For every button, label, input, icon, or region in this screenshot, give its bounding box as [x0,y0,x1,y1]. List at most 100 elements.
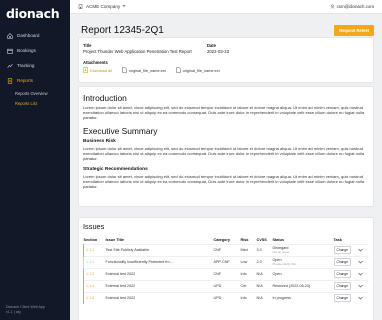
change-button[interactable]: Change [333,270,352,278]
issue-category: APP-CNF [213,255,241,268]
company-selector[interactable]: ACME Company [78,3,126,10]
calendar-icon [6,47,13,54]
issue-task-cell: Change [333,291,369,304]
issue-task-cell: Change [333,255,369,268]
file-icon [122,67,127,74]
col-task[interactable]: Task [334,237,370,244]
issue-status-note: Please clarify this [272,262,296,266]
issue-section: 1.1.2 [83,255,106,268]
user-email: csm@dionach.com [336,4,374,9]
company-name: ACME Company [86,4,121,9]
issue-cvss: 3.0 [256,243,273,256]
col-risk[interactable]: Risk [241,237,257,244]
change-button[interactable]: Change [333,282,352,290]
issue-category: CNF [213,267,241,280]
issue-title[interactable]: External test 2022 [105,267,214,280]
reports-icon [6,77,13,84]
change-button[interactable]: Change [333,246,352,254]
chevron-down-icon[interactable] [358,272,363,277]
building-icon [78,3,83,10]
chevron-down-icon[interactable] [358,284,363,289]
issues-header-row: Section Issue Title Category Risk CVSS S… [84,237,370,244]
introduction-heading: Introduction [83,93,127,103]
col-cvss[interactable]: CVSS [257,237,273,244]
attachments-list: Download all original_file_name.ext orig… [83,67,230,74]
col-category[interactable]: Category [214,237,241,244]
chevron-down-icon[interactable] [358,296,363,301]
footer-line-2: v1.1 | cfg [6,310,21,314]
issue-risk: Low [240,255,257,268]
request-retest-button[interactable]: Request Retest [334,25,374,36]
issue-cvss: N/A [256,291,273,304]
page-title: Report 12345-2Q1 [81,25,164,36]
issue-cvss: N/A [256,267,273,280]
strategic-recommendations-heading: Strategic Recommendations [83,166,148,172]
issue-section: 1.1.5 [83,291,106,304]
table-row[interactable]: 1.1.1 Test Site Publicly Available CNF M… [83,243,369,256]
table-row[interactable]: 1.1.5 External test 2022 UPD Info N/A In… [83,291,369,304]
issue-title[interactable]: External test 2022 [105,279,214,292]
sidebar-subitem-reports-list[interactable]: Reports List [0,98,70,108]
col-status[interactable]: Status [273,237,334,244]
issue-status: Open [272,272,282,276]
issue-title[interactable]: Functionality Insufficiently Protected f… [105,255,214,268]
attachment-name: original_file_name.ext [182,68,220,73]
business-risk-text: Lorem ipsum dolor sit amet, vince adipis… [83,146,365,162]
meta-title-value: Project Thunder Web Application Penetrat… [83,49,192,54]
issue-cvss: N/A [256,279,273,292]
issue-cvss: 2.0 [256,255,273,268]
change-button[interactable]: Change [333,294,352,303]
table-row[interactable]: 1.1.4 External test 2022 UPD Crit N/A Re… [83,279,369,292]
chevron-down-icon[interactable] [358,248,363,253]
issue-category: UPD [213,291,241,304]
col-section[interactable]: Section [84,237,106,244]
attachment-file-2[interactable]: original_file_name.ext [175,67,220,74]
sidebar-item-label: Dashboard [17,33,40,38]
issues-heading: Issues [83,222,105,231]
sidebar-item-dashboard[interactable]: Dashboard [0,28,70,43]
issue-risk: Med [240,243,257,256]
sidebar: dionach Dashboard Bookings Tracking Repo… [0,0,70,320]
issue-task-cell: Change [333,267,369,280]
report-meta-card: Title Project Thunder Web Application Pe… [78,37,374,83]
meta-date-value: 2022-03-23 [207,49,229,54]
table-row[interactable]: 1.1.3 External test 2022 CNF Info N/A Op… [83,267,369,280]
sidebar-item-reports[interactable]: Reports [0,73,70,88]
meta-date-block: Date 2022-03-23 [207,43,229,54]
tracking-icon [6,62,13,69]
download-all-link[interactable]: Download all [83,67,112,74]
sidebar-item-bookings[interactable]: Bookings [0,43,70,58]
issue-title[interactable]: External test 2022 [105,291,214,304]
col-issue-title[interactable]: Issue Title [106,237,214,244]
sidebar-subitem-reports-overview[interactable]: Reports Overview [0,88,70,98]
strategic-recommendations-text: Lorem ipsum dolor sit amet, vince adipis… [83,173,365,189]
issue-status-cell: Disregard Not an issue [272,243,334,256]
issue-risk: Info [240,291,257,304]
issue-status-note: Not an issue [272,250,290,254]
issues-table: Section Issue Title Category Risk CVSS S… [83,237,369,304]
issue-section: 1.1.3 [83,267,106,280]
introduction-text: Lorem ipsum dolor sit amet, vince adipis… [83,105,365,121]
issue-task-cell: Change [333,243,369,256]
attachment-file-1[interactable]: original_file_name.ext [122,67,166,74]
sidebar-nav: Dashboard Bookings Tracking Reports Repo… [0,28,70,108]
attachment-name: Download all [90,68,112,73]
issue-status-cell: In progress [272,291,334,304]
user-icon [330,4,335,10]
issues-card: Issues Section Issue Title Category Risk… [78,217,374,320]
attachments-label: Attachments [83,60,108,65]
app-logo[interactable]: dionach [0,0,70,26]
change-button[interactable]: Change [333,258,352,266]
issue-section: 1.1.4 [83,279,106,292]
download-icon [83,67,88,74]
meta-date-label: Date [207,43,216,48]
sidebar-item-tracking[interactable]: Tracking [0,58,70,73]
business-risk-heading: Business Risk [83,139,116,145]
user-menu[interactable]: csm@dionach.com [330,4,374,10]
file-icon [175,67,181,74]
table-row[interactable]: 1.1.2 Functionality Insufficiently Prote… [83,255,369,268]
issue-title[interactable]: Test Site Publicly Available [105,243,214,256]
chevron-down-icon[interactable] [358,260,363,265]
sidebar-item-label: Tracking [17,63,35,68]
attachments-block: Attachments Download all original_file_n… [83,60,230,74]
